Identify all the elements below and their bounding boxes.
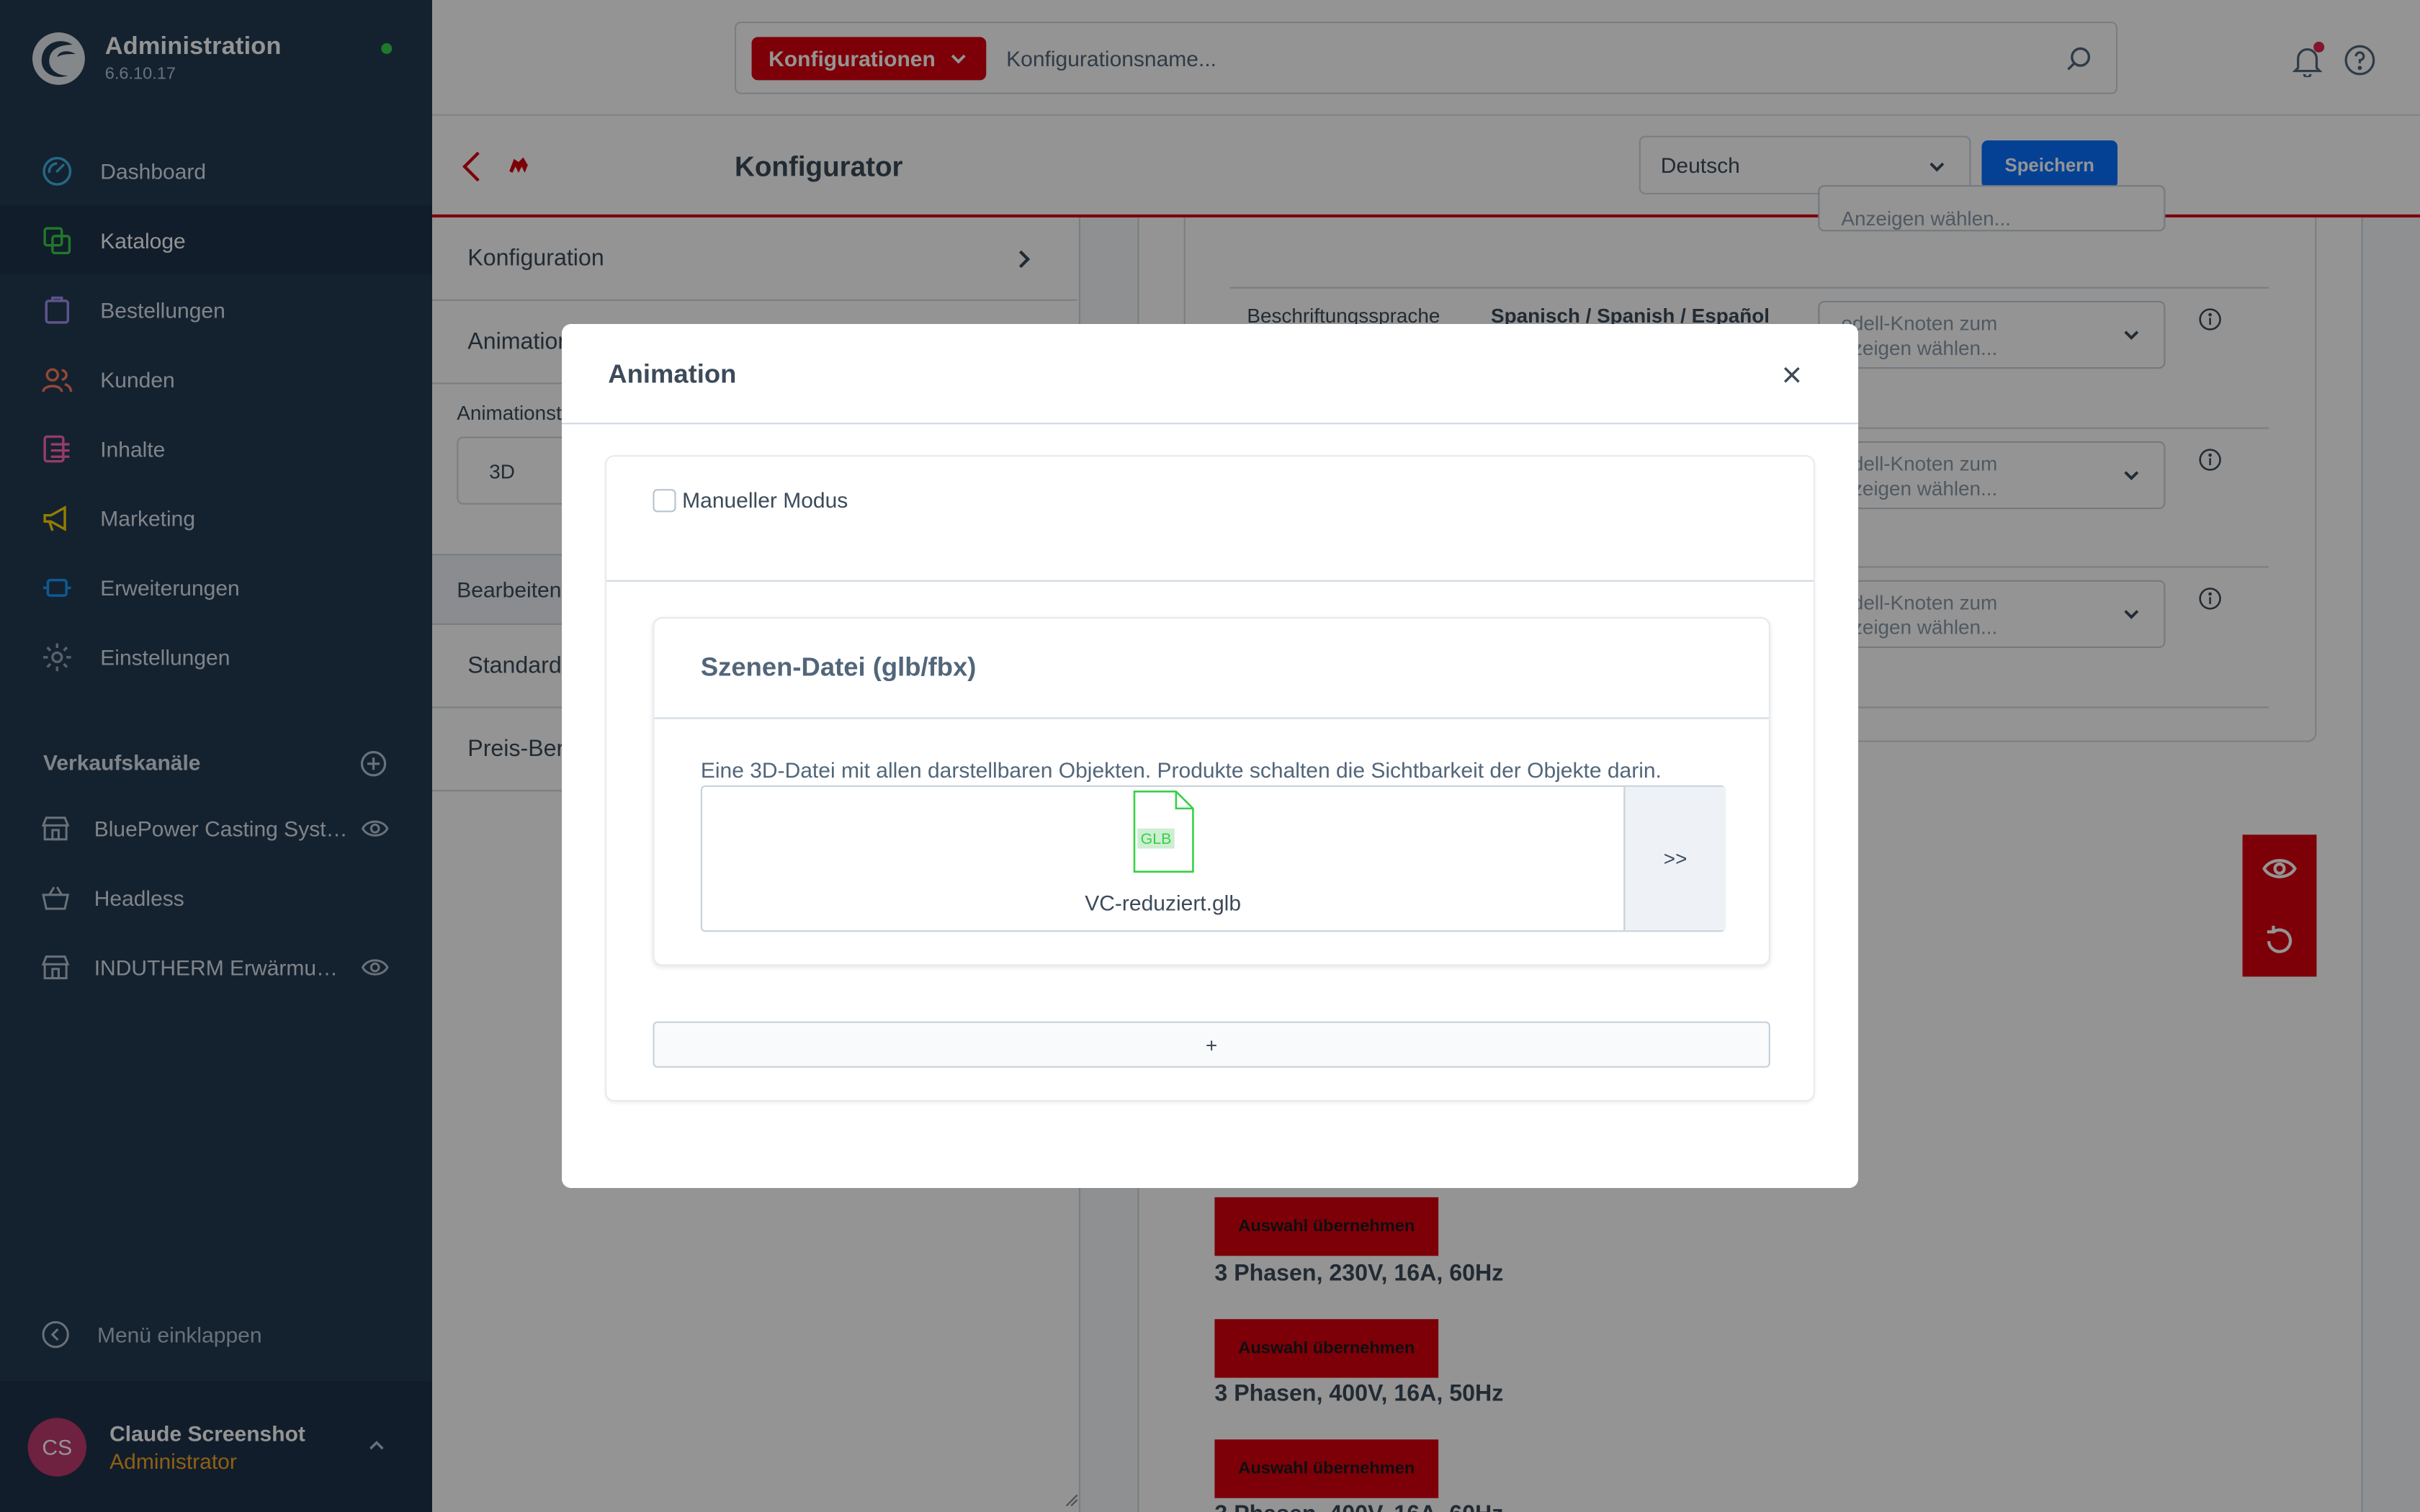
- manual-mode-label: Manueller Modus: [682, 487, 848, 513]
- scene-file-upload[interactable]: GLB VC-reduziert.glb >>: [700, 785, 1726, 932]
- modal-header: Animation: [562, 324, 1858, 425]
- glb-file-icon: GLB: [1133, 790, 1194, 873]
- scene-file-open-button[interactable]: >>: [1623, 786, 1726, 931]
- scene-file-description: Eine 3D-Datei mit allen darstellbaren Ob…: [700, 757, 1662, 783]
- animation-modal: Animation Manueller Modus Szenen-Datei (…: [562, 324, 1858, 1188]
- manual-mode-toggle[interactable]: Manueller Modus: [653, 487, 848, 512]
- animation-settings-card: Manueller Modus Szenen-Datei (glb/fbx) E…: [605, 455, 1815, 1102]
- divider: [654, 717, 1769, 719]
- close-icon[interactable]: [1781, 364, 1803, 386]
- modal-title: Animation: [608, 359, 737, 389]
- manual-mode-checkbox[interactable]: [653, 488, 676, 512]
- scene-file-title: Szenen-Datei (glb/fbx): [700, 652, 977, 683]
- scene-file-card: Szenen-Datei (glb/fbx) Eine 3D-Datei mit…: [653, 617, 1770, 966]
- divider: [606, 580, 1814, 582]
- file-badge: GLB: [1141, 830, 1172, 847]
- scene-file-name: VC-reduziert.glb: [1085, 890, 1242, 915]
- add-button[interactable]: +: [653, 1021, 1770, 1068]
